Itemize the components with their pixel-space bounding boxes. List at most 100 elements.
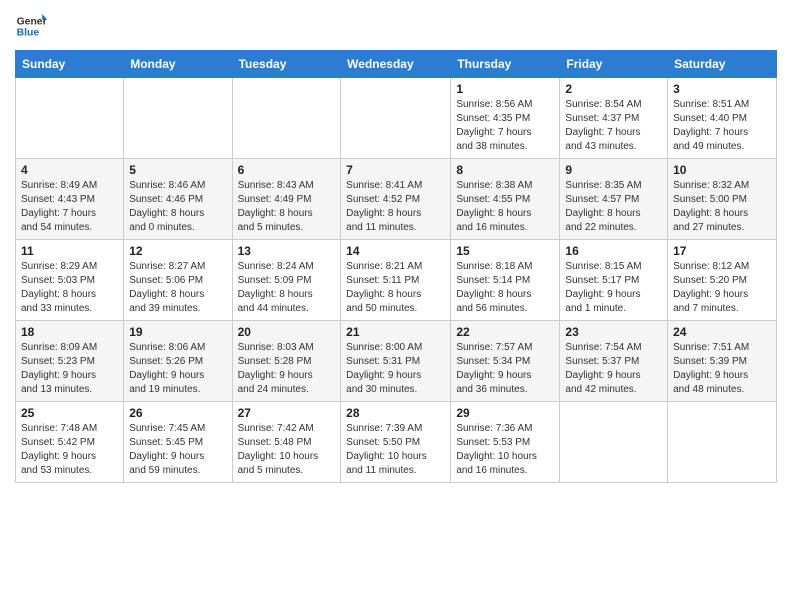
day-number: 6 (238, 163, 336, 177)
calendar-week-row: 1 Sunrise: 8:56 AM Sunset: 4:35 PM Daylig… (16, 78, 777, 159)
calendar-cell: 26 Sunrise: 7:45 AM Sunset: 5:45 PM Dayli… (124, 402, 232, 483)
calendar-week-row: 4Sunrise: 8:49 AM Sunset: 4:43 PM Daylig… (16, 159, 777, 240)
calendar-cell: 7 Sunrise: 8:41 AM Sunset: 4:52 PM Daylig… (341, 159, 451, 240)
day-info: Sunrise: 8:06 AM Sunset: 5:26 PM Dayligh… (129, 341, 226, 397)
calendar-cell: 10 Sunrise: 8:32 AM Sunset: 5:00 PM Dayli… (668, 159, 777, 240)
calendar-cell (16, 78, 124, 159)
calendar-cell: 23 Sunrise: 7:54 AM Sunset: 5:37 PM Dayli… (560, 321, 668, 402)
weekday-header-thursday: Thursday (451, 51, 560, 78)
day-info: Sunrise: 8:27 AM Sunset: 5:06 PM Dayligh… (129, 260, 226, 316)
calendar-cell: 22 Sunrise: 7:57 AM Sunset: 5:34 PM Dayli… (451, 321, 560, 402)
calendar-cell: 12 Sunrise: 8:27 AM Sunset: 5:06 PM Dayli… (124, 240, 232, 321)
day-info: Sunrise: 8:46 AM Sunset: 4:46 PM Dayligh… (129, 179, 226, 235)
day-info: Sunrise: 7:54 AM Sunset: 5:37 PM Dayligh… (565, 341, 662, 397)
day-number: 10 (673, 163, 771, 177)
calendar-cell: 21 Sunrise: 8:00 AM Sunset: 5:31 PM Dayli… (341, 321, 451, 402)
calendar-cell: 4Sunrise: 8:49 AM Sunset: 4:43 PM Daylig… (16, 159, 124, 240)
day-info: Sunrise: 8:32 AM Sunset: 5:00 PM Dayligh… (673, 179, 771, 235)
day-info: Sunrise: 7:42 AM Sunset: 5:48 PM Dayligh… (238, 422, 336, 478)
day-info: Sunrise: 8:00 AM Sunset: 5:31 PM Dayligh… (346, 341, 445, 397)
day-number: 25 (21, 406, 118, 420)
day-info: Sunrise: 7:45 AM Sunset: 5:45 PM Dayligh… (129, 422, 226, 478)
day-number: 3 (673, 82, 771, 96)
calendar-cell: 2 Sunrise: 8:54 AM Sunset: 4:37 PM Daylig… (560, 78, 668, 159)
logo-icon: General Blue (15, 10, 47, 42)
day-info: Sunrise: 8:54 AM Sunset: 4:37 PM Dayligh… (565, 98, 662, 154)
calendar-cell: 17 Sunrise: 8:12 AM Sunset: 5:20 PM Dayli… (668, 240, 777, 321)
day-number: 22 (456, 325, 554, 339)
day-number: 19 (129, 325, 226, 339)
calendar-cell: 1 Sunrise: 8:56 AM Sunset: 4:35 PM Daylig… (451, 78, 560, 159)
day-number: 9 (565, 163, 662, 177)
calendar-cell (560, 402, 668, 483)
day-info: Sunrise: 8:03 AM Sunset: 5:28 PM Dayligh… (238, 341, 336, 397)
day-number: 18 (21, 325, 118, 339)
calendar-cell: 18 Sunrise: 8:09 AM Sunset: 5:23 PM Dayli… (16, 321, 124, 402)
calendar-cell: 16 Sunrise: 8:15 AM Sunset: 5:17 PM Dayli… (560, 240, 668, 321)
weekday-header-row: SundayMondayTuesdayWednesdayThursdayFrid… (16, 51, 777, 78)
svg-text:Blue: Blue (17, 28, 40, 39)
calendar-cell (668, 402, 777, 483)
calendar-cell: 29Sunrise: 7:36 AM Sunset: 5:53 PM Dayli… (451, 402, 560, 483)
calendar-cell: 6 Sunrise: 8:43 AM Sunset: 4:49 PM Daylig… (232, 159, 341, 240)
day-number: 16 (565, 244, 662, 258)
day-info: Sunrise: 8:21 AM Sunset: 5:11 PM Dayligh… (346, 260, 445, 316)
calendar-cell: 28 Sunrise: 7:39 AM Sunset: 5:50 PM Dayli… (341, 402, 451, 483)
weekday-header-wednesday: Wednesday (341, 51, 451, 78)
day-info: Sunrise: 7:57 AM Sunset: 5:34 PM Dayligh… (456, 341, 554, 397)
calendar-cell (124, 78, 232, 159)
weekday-header-friday: Friday (560, 51, 668, 78)
day-number: 15 (456, 244, 554, 258)
calendar-cell: 25 Sunrise: 7:48 AM Sunset: 5:42 PM Dayli… (16, 402, 124, 483)
day-info: Sunrise: 8:49 AM Sunset: 4:43 PM Dayligh… (21, 179, 118, 235)
calendar-cell (232, 78, 341, 159)
calendar-cell: 5Sunrise: 8:46 AM Sunset: 4:46 PM Daylig… (124, 159, 232, 240)
day-number: 7 (346, 163, 445, 177)
day-number: 27 (238, 406, 336, 420)
day-info: Sunrise: 8:12 AM Sunset: 5:20 PM Dayligh… (673, 260, 771, 316)
day-info: Sunrise: 8:18 AM Sunset: 5:14 PM Dayligh… (456, 260, 554, 316)
day-info: Sunrise: 8:35 AM Sunset: 4:57 PM Dayligh… (565, 179, 662, 235)
calendar-cell: 27 Sunrise: 7:42 AM Sunset: 5:48 PM Dayli… (232, 402, 341, 483)
calendar-week-row: 18 Sunrise: 8:09 AM Sunset: 5:23 PM Dayli… (16, 321, 777, 402)
day-info: Sunrise: 8:09 AM Sunset: 5:23 PM Dayligh… (21, 341, 118, 397)
day-info: Sunrise: 8:29 AM Sunset: 5:03 PM Dayligh… (21, 260, 118, 316)
day-info: Sunrise: 8:24 AM Sunset: 5:09 PM Dayligh… (238, 260, 336, 316)
day-info: Sunrise: 7:39 AM Sunset: 5:50 PM Dayligh… (346, 422, 445, 478)
day-number: 12 (129, 244, 226, 258)
weekday-header-saturday: Saturday (668, 51, 777, 78)
day-info: Sunrise: 7:51 AM Sunset: 5:39 PM Dayligh… (673, 341, 771, 397)
day-info: Sunrise: 8:15 AM Sunset: 5:17 PM Dayligh… (565, 260, 662, 316)
day-number: 23 (565, 325, 662, 339)
day-info: Sunrise: 8:43 AM Sunset: 4:49 PM Dayligh… (238, 179, 336, 235)
calendar-cell: 3 Sunrise: 8:51 AM Sunset: 4:40 PM Daylig… (668, 78, 777, 159)
day-number: 26 (129, 406, 226, 420)
day-number: 24 (673, 325, 771, 339)
day-number: 13 (238, 244, 336, 258)
calendar-cell: 19 Sunrise: 8:06 AM Sunset: 5:26 PM Dayli… (124, 321, 232, 402)
header: General Blue (15, 10, 777, 42)
calendar-cell: 20Sunrise: 8:03 AM Sunset: 5:28 PM Dayli… (232, 321, 341, 402)
day-number: 21 (346, 325, 445, 339)
day-number: 8 (456, 163, 554, 177)
day-info: Sunrise: 8:51 AM Sunset: 4:40 PM Dayligh… (673, 98, 771, 154)
day-info: Sunrise: 8:41 AM Sunset: 4:52 PM Dayligh… (346, 179, 445, 235)
day-number: 14 (346, 244, 445, 258)
day-number: 17 (673, 244, 771, 258)
day-info: Sunrise: 7:48 AM Sunset: 5:42 PM Dayligh… (21, 422, 118, 478)
calendar-cell: 8Sunrise: 8:38 AM Sunset: 4:55 PM Daylig… (451, 159, 560, 240)
day-number: 28 (346, 406, 445, 420)
calendar-cell: 14 Sunrise: 8:21 AM Sunset: 5:11 PM Dayli… (341, 240, 451, 321)
day-number: 2 (565, 82, 662, 96)
calendar-cell: 15 Sunrise: 8:18 AM Sunset: 5:14 PM Dayli… (451, 240, 560, 321)
calendar-cell (341, 78, 451, 159)
day-number: 1 (456, 82, 554, 96)
calendar-cell: 11 Sunrise: 8:29 AM Sunset: 5:03 PM Dayli… (16, 240, 124, 321)
calendar-cell: 9 Sunrise: 8:35 AM Sunset: 4:57 PM Daylig… (560, 159, 668, 240)
logo: General Blue (15, 10, 47, 42)
day-info: Sunrise: 8:56 AM Sunset: 4:35 PM Dayligh… (456, 98, 554, 154)
weekday-header-sunday: Sunday (16, 51, 124, 78)
calendar-cell: 13 Sunrise: 8:24 AM Sunset: 5:09 PM Dayli… (232, 240, 341, 321)
day-number: 11 (21, 244, 118, 258)
calendar-week-row: 11 Sunrise: 8:29 AM Sunset: 5:03 PM Dayli… (16, 240, 777, 321)
